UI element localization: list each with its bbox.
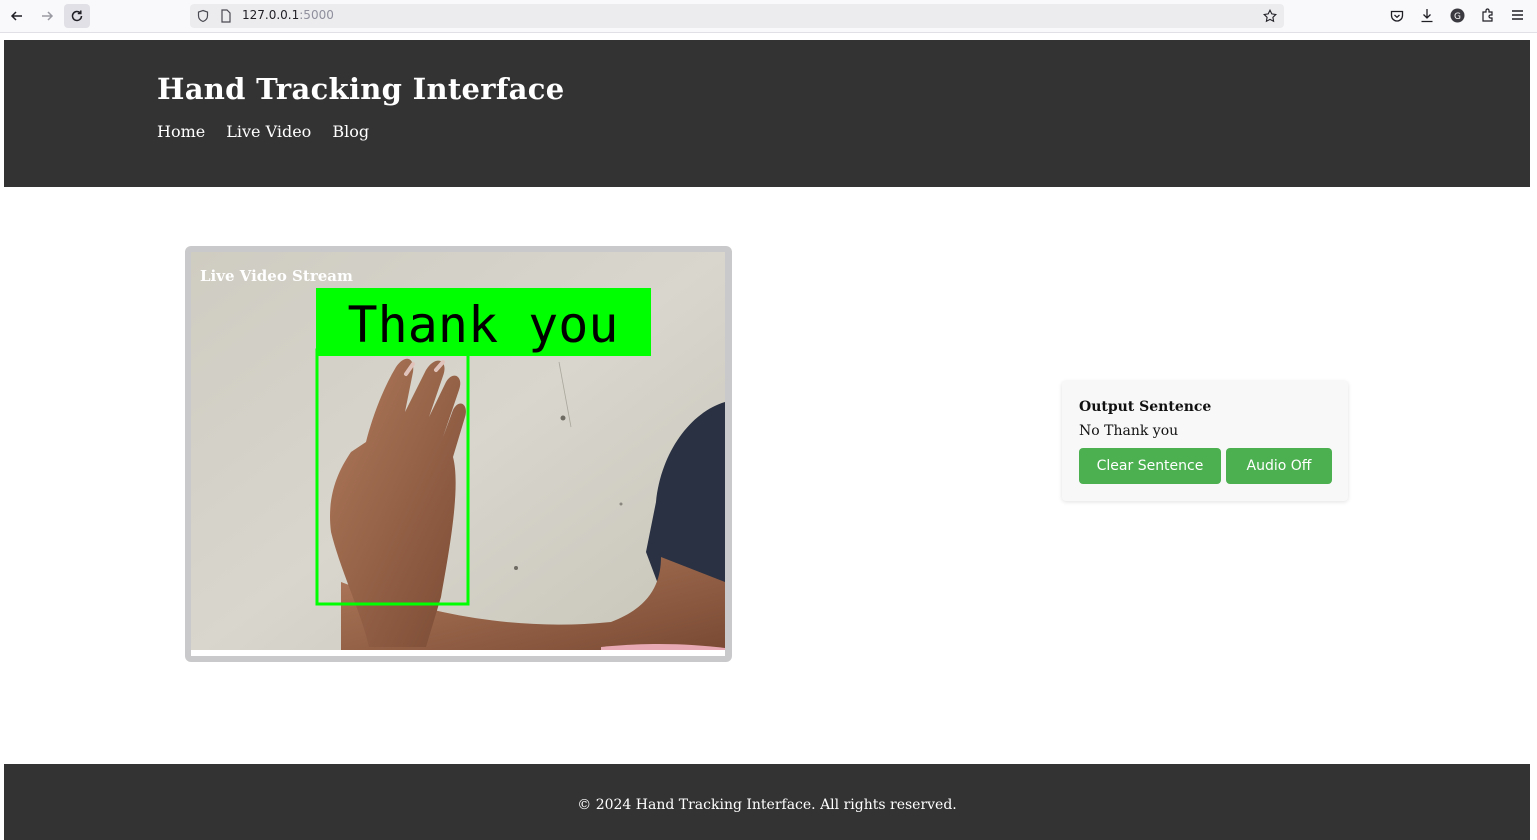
- nav-blog-link[interactable]: Blog: [332, 122, 369, 141]
- download-icon[interactable]: [1420, 8, 1434, 23]
- bookmark-star-icon[interactable]: [1263, 9, 1277, 23]
- site-title: Hand Tracking Interface: [157, 72, 565, 106]
- url-port: :5000: [299, 8, 334, 22]
- output-sentence: No Thank you: [1079, 423, 1179, 439]
- footer-copyright: © 2024 Hand Tracking Interface. All righ…: [577, 797, 957, 813]
- back-arrow-icon: [10, 11, 22, 21]
- site-footer: © 2024 Hand Tracking Interface. All righ…: [4, 764, 1530, 840]
- live-video-frame: Thank you Live Video Stream: [191, 252, 725, 656]
- url-host: 127.0.0.1: [242, 8, 300, 22]
- back-button[interactable]: [4, 4, 30, 28]
- page-icon: [221, 9, 231, 23]
- audio-toggle-button[interactable]: Audio Off: [1226, 448, 1332, 484]
- nav-home-link[interactable]: Home: [157, 122, 205, 141]
- extensions-icon[interactable]: [1481, 8, 1495, 23]
- output-panel: Output Sentence No Thank you Clear Sente…: [1062, 381, 1348, 501]
- clear-sentence-button[interactable]: Clear Sentence: [1079, 448, 1221, 484]
- browser-toolbar: 127.0.0.1:5000 G: [0, 0, 1537, 33]
- reload-button[interactable]: [64, 4, 90, 28]
- detection-label-text: Thank you: [348, 296, 619, 354]
- main-nav: Home Live Video Blog: [157, 122, 369, 141]
- nav-live-video-link[interactable]: Live Video: [226, 122, 311, 141]
- reload-icon: [71, 10, 83, 22]
- shield-icon[interactable]: [196, 9, 210, 23]
- site-header: Hand Tracking Interface Home Live Video …: [4, 40, 1530, 187]
- video-stream-label: Live Video Stream: [200, 267, 353, 285]
- forward-arrow-icon: [42, 11, 54, 21]
- url-text[interactable]: 127.0.0.1:5000: [242, 8, 334, 22]
- camera-feed-image: Thank you: [191, 252, 725, 656]
- menu-icon[interactable]: [1511, 9, 1524, 21]
- video-card: Thank you Live Video Stream: [185, 246, 732, 662]
- forward-button[interactable]: [34, 4, 60, 28]
- output-title: Output Sentence: [1079, 399, 1212, 415]
- account-avatar-icon[interactable]: G: [1450, 8, 1465, 23]
- svg-text:G: G: [1454, 12, 1461, 22]
- pocket-icon[interactable]: [1390, 9, 1404, 23]
- address-bar[interactable]: 127.0.0.1:5000: [190, 4, 1284, 28]
